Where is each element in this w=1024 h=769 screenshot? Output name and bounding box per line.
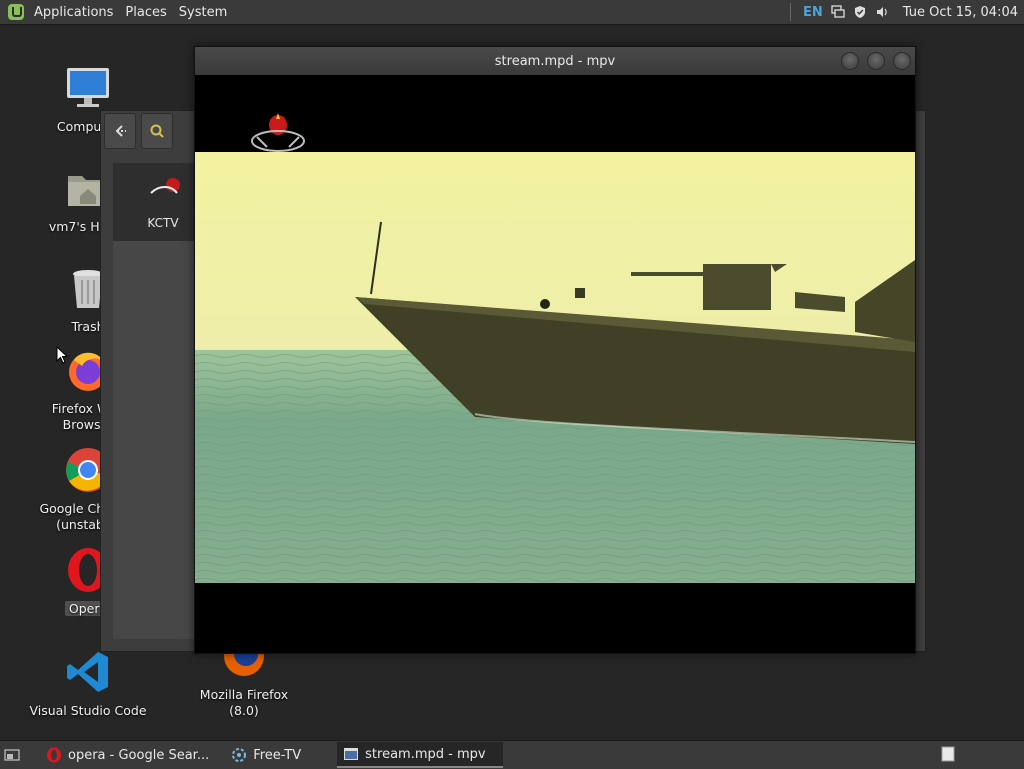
mint-menu-icon[interactable] (8, 4, 24, 20)
freetv-icon (232, 748, 247, 762)
taskbar-item-opera[interactable]: opera - Google Sear... (40, 743, 215, 767)
taskbar-item-label: Free-TV (253, 747, 302, 763)
monitor-icon (67, 68, 109, 107)
back-button[interactable] (104, 113, 136, 149)
taskbar-item-label: opera - Google Sear... (68, 747, 210, 763)
system-tray: EN Tue Oct 15, 04:04 (790, 0, 1024, 24)
tray-separator (790, 3, 792, 21)
menu-system[interactable]: System (173, 0, 233, 24)
shield-icon[interactable] (853, 5, 867, 19)
taskbar-item-mpv[interactable]: stream.mpd - mpv (337, 742, 504, 768)
desktop-icon-vscode[interactable]: Visual Studio Code (28, 648, 148, 719)
menu-applications[interactable]: Applications (28, 0, 119, 24)
maximize-button[interactable] (867, 52, 885, 70)
opera-icon (47, 747, 61, 763)
video-area[interactable] (195, 75, 915, 653)
mpv-titlebar[interactable]: stream.mpd - mpv (195, 47, 915, 75)
show-desktop-icon[interactable] (4, 747, 20, 763)
desktop-icon-label: Mozilla Firefox (8.0) (199, 687, 289, 718)
network-icon[interactable] (831, 5, 845, 19)
top-panel: Applications Places System EN Tue Oct 15… (0, 0, 1024, 25)
mpv-window[interactable]: stream.mpd - mpv (194, 46, 916, 654)
video-frame (195, 152, 915, 583)
arrow-left-icon (115, 125, 126, 137)
taskbar-item-freetv[interactable]: Free-TV (225, 743, 307, 767)
search-button[interactable] (141, 113, 173, 149)
window-icon (344, 748, 359, 760)
menu-places[interactable]: Places (119, 0, 172, 24)
bottom-panel: opera - Google Sear... Free-TV stream.mp… (0, 740, 1024, 769)
mouse-pointer-icon (56, 346, 68, 364)
vscode-icon (67, 652, 108, 692)
taskbar-item-label: stream.mpd - mpv (365, 746, 486, 762)
keyboard-layout-indicator[interactable]: EN (803, 5, 823, 20)
workspace-switcher-icon[interactable] (940, 746, 956, 762)
desktop-icon-label: Visual Studio Code (29, 703, 147, 718)
window-title: stream.mpd - mpv (494, 53, 616, 69)
channel-watermark-icon (251, 113, 305, 152)
channel-logo-icon (150, 178, 180, 194)
volume-icon[interactable] (875, 5, 889, 19)
search-icon (150, 124, 164, 138)
minimize-button[interactable] (841, 52, 859, 70)
close-button[interactable] (893, 52, 911, 70)
clock[interactable]: Tue Oct 15, 04:04 (903, 5, 1018, 20)
